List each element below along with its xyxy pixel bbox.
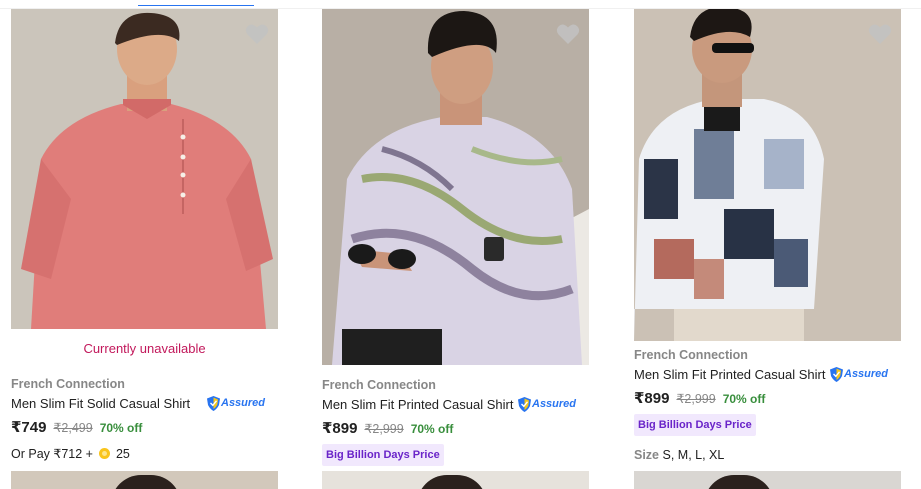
wishlist-heart-icon[interactable] [556, 23, 580, 45]
product-title[interactable]: Men Slim Fit Printed Casual Shirt [634, 367, 830, 382]
size-values: S, M, L, XL [662, 448, 725, 462]
discount-label: 70% off [722, 392, 766, 406]
mrp-price: ₹2,999 [676, 392, 716, 406]
product-card[interactable]: French Connection Men Slim Fit Printed C… [634, 9, 901, 462]
next-product-image[interactable] [322, 471, 589, 489]
discount-label: 70% off [99, 421, 143, 435]
selling-price: ₹899 [322, 420, 358, 437]
wishlist-heart-icon[interactable] [245, 23, 269, 45]
model-photo [634, 9, 901, 341]
product-title[interactable]: Men Slim Fit Solid Casual Shirt [11, 396, 207, 411]
or-pay-offer: Or Pay ₹712 + 25 [11, 446, 278, 462]
size-options: Size S, M, L, XL [634, 448, 901, 462]
big-billion-days-badge: Big Billion Days Price [322, 444, 444, 466]
product-card[interactable]: Currently unavailable French Connection … [11, 9, 278, 461]
or-pay-text: Or Pay ₹712 + [11, 447, 93, 461]
product-brand: French Connection [322, 378, 436, 392]
assured-badge: Assured [830, 366, 888, 382]
product-brand: French Connection [634, 348, 748, 362]
wishlist-heart-icon[interactable] [868, 23, 892, 45]
assured-badge: Assured [207, 395, 265, 411]
model-photo [322, 9, 589, 365]
product-card[interactable]: French Connection Men Slim Fit Printed C… [322, 9, 589, 466]
assured-badge: Assured [518, 396, 576, 412]
next-product-image[interactable] [634, 471, 901, 489]
product-title[interactable]: Men Slim Fit Printed Casual Shirt [322, 397, 518, 412]
cut-off-text [10, 0, 130, 2]
assured-text: Assured [221, 397, 266, 409]
size-label: Size [634, 448, 660, 462]
product-image[interactable] [634, 9, 901, 341]
product-image[interactable] [11, 9, 278, 329]
product-brand: French Connection [11, 377, 125, 391]
top-cut-strip [0, 0, 921, 9]
shield-check-icon [518, 396, 531, 412]
unavailable-label: Currently unavailable [83, 341, 206, 356]
assured-text: Assured [532, 398, 577, 410]
model-photo [11, 9, 278, 329]
discount-label: 70% off [410, 422, 454, 436]
supercoin-icon [98, 448, 110, 459]
product-image[interactable] [322, 9, 589, 365]
assured-text: Assured [844, 368, 889, 380]
selling-price: ₹749 [11, 419, 47, 436]
shield-check-icon [830, 366, 843, 382]
shield-check-icon [207, 395, 220, 411]
next-product-image[interactable] [11, 471, 278, 489]
selling-price: ₹899 [634, 390, 670, 407]
mrp-price: ₹2,499 [53, 421, 93, 435]
big-billion-days-badge: Big Billion Days Price [634, 414, 756, 436]
cut-off-link[interactable] [138, 0, 254, 6]
mrp-price: ₹2,999 [364, 422, 404, 436]
coin-count: 25 [115, 446, 130, 461]
